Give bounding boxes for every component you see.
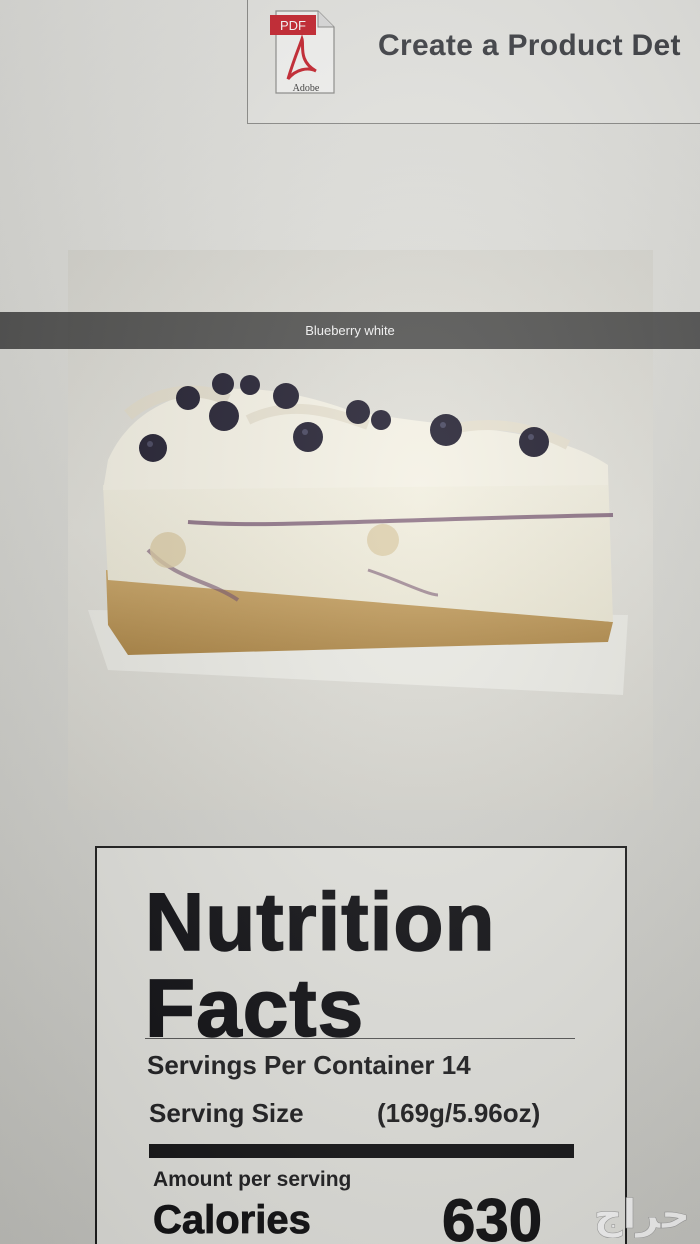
pdf-download-link[interactable]: PDF Adobe Create a Product Det xyxy=(247,0,700,124)
watermark-text: حراج xyxy=(594,1192,690,1238)
nutrition-facts-label: Nutrition Facts Servings Per Container 1… xyxy=(95,846,627,1244)
pdf-badge-text: PDF xyxy=(280,18,306,33)
servings-per-container: Servings Per Container 14 xyxy=(147,1050,471,1080)
calories-label: Calories xyxy=(153,1198,312,1243)
divider-thick xyxy=(149,1144,574,1158)
nutrition-title-line1: Nutrition xyxy=(144,877,496,968)
serving-size-value: (169g/5.96oz) xyxy=(377,1098,541,1128)
haraj-watermark-logo: حراج xyxy=(593,1192,690,1238)
pdf-link-title[interactable]: Create a Product Det xyxy=(378,29,681,63)
screen-photo: PDF Adobe Create a Product Det Blueberry… xyxy=(0,0,700,1244)
image-caption: Blueberry white xyxy=(305,323,395,338)
divider-thin xyxy=(145,1038,575,1039)
adobe-label: Adobe xyxy=(293,83,320,94)
serving-size-label: Serving Size xyxy=(149,1098,304,1128)
amount-per-serving: Amount per serving xyxy=(153,1168,352,1191)
pdf-icon: PDF Adobe xyxy=(270,10,335,94)
image-caption-bar: Blueberry white xyxy=(0,312,700,349)
